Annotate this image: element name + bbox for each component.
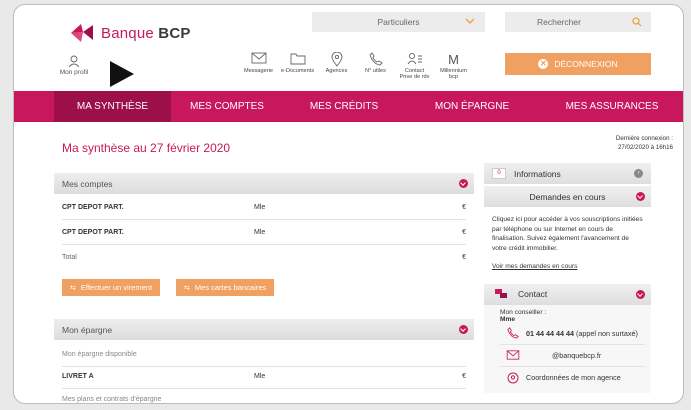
profile-label: Mon profil xyxy=(59,69,89,76)
tab-mon-epargne[interactable]: MON ÉPARGNE xyxy=(405,91,539,122)
close-circle-icon: ✕ xyxy=(538,59,549,69)
page-title: Ma synthèse au 27 février 2020 xyxy=(62,141,231,155)
location-pin-icon xyxy=(507,372,519,384)
logout-label: DÉCONNEXION xyxy=(554,59,618,69)
contact-icon xyxy=(407,52,422,65)
envelope-icon xyxy=(506,350,520,360)
profile-link[interactable]: Mon profil xyxy=(54,55,94,76)
envelope-icon xyxy=(251,52,266,64)
site-header: Banque BCP Mon profil Particuliers Reche… xyxy=(14,5,683,91)
email-line[interactable]: @banquebcp.fr xyxy=(500,345,645,367)
arrows-icon: ⇆ xyxy=(184,284,190,292)
chevron-down-icon xyxy=(636,289,645,299)
millennium-m-icon: M xyxy=(448,52,459,67)
user-icon xyxy=(68,55,80,68)
chat-icon xyxy=(495,289,507,299)
arrows-icon: ⇆ xyxy=(70,284,76,292)
chevron-down-icon xyxy=(636,192,645,201)
last-connection: Dernière connexion : 27/02/2020 à 16h16 xyxy=(615,135,673,151)
search-icon xyxy=(632,17,642,27)
accounts-section-header[interactable]: Mes comptes xyxy=(54,173,474,194)
messagerie-link[interactable]: Messagerie xyxy=(239,52,278,81)
contact-panel-header[interactable]: Contact xyxy=(484,283,651,305)
bank-logo[interactable]: Banque BCP xyxy=(69,23,191,43)
location-pin-icon xyxy=(331,52,342,67)
accounts-total-row: Total € xyxy=(62,254,466,261)
savings-plans-row[interactable]: Mes plans et contrats d'épargne xyxy=(62,388,466,403)
sidebar: 0 Informations › Demandes en cours Cliqu… xyxy=(484,163,651,393)
tab-mes-credits[interactable]: MES CRÉDITS xyxy=(283,91,405,122)
tab-mes-assurances[interactable]: MES ASSURANCES xyxy=(539,91,683,122)
segment-select[interactable]: Particuliers xyxy=(312,12,485,32)
header-shortcuts: Messagerie e-Documents Agences N° utiles… xyxy=(239,52,473,81)
info-panel-header[interactable]: 0 Informations › xyxy=(484,163,651,184)
contact-rdv-link[interactable]: Contact Prise de rdv xyxy=(395,52,434,81)
segment-select-value: Particuliers xyxy=(377,17,420,27)
edocuments-link[interactable]: e-Documents xyxy=(278,52,317,81)
agences-link[interactable]: Agences xyxy=(317,52,356,81)
requests-panel-body: Cliquez ici pour accéder à vos souscript… xyxy=(484,207,651,278)
chevron-down-icon xyxy=(465,18,475,24)
info-count-badge: 0 xyxy=(492,168,506,179)
savings-section-header[interactable]: Mon épargne xyxy=(54,319,474,340)
contact-panel-body: Mon conseiller : Mme 01 44 44 44 44 (app… xyxy=(484,304,651,393)
tab-ma-synthese[interactable]: MA SYNTHÈSE xyxy=(54,91,171,122)
brand-name: Banque BCP xyxy=(101,24,191,42)
livret-row[interactable]: LIVRET A Mle € xyxy=(62,365,466,389)
requests-link[interactable]: Voir mes demandes en cours xyxy=(492,262,645,272)
search-placeholder: Rechercher xyxy=(537,17,581,27)
browser-frame: Banque BCP Mon profil Particuliers Reche… xyxy=(13,4,684,404)
folder-icon xyxy=(290,53,305,65)
advisor-name: Mme xyxy=(500,315,516,323)
logout-button[interactable]: ✕ DÉCONNEXION xyxy=(505,53,651,75)
main-nav: MA SYNTHÈSE MES COMPTES MES CRÉDITS MON … xyxy=(14,91,683,122)
account-row[interactable]: CPT DEPOT PART. Mle € xyxy=(62,196,466,220)
phone-icon xyxy=(507,327,519,339)
phone-line[interactable]: 01 44 44 44 44 (appel non surtaxé) xyxy=(500,323,645,345)
bcp-logo-icon xyxy=(71,24,93,42)
chevron-down-icon xyxy=(459,325,468,334)
agency-details-line[interactable]: Coordonnées de mon agence xyxy=(500,367,645,389)
cards-button[interactable]: ⇆ Mes cartes bancaires xyxy=(176,279,275,296)
requests-panel-header[interactable]: Demandes en cours xyxy=(484,186,651,207)
account-row[interactable]: CPT DEPOT PART. Mle € xyxy=(62,221,466,245)
transfer-button[interactable]: ⇆ Effectuer un virement xyxy=(62,279,161,296)
millennium-link[interactable]: M Millennium bcp xyxy=(434,52,473,81)
chevron-down-icon xyxy=(459,179,468,188)
tab-mes-comptes[interactable]: MES COMPTES xyxy=(171,91,283,122)
search-input[interactable]: Rechercher xyxy=(505,12,651,32)
phone-icon xyxy=(368,52,383,66)
savings-available-row: Mon épargne disponible xyxy=(62,343,466,367)
mouse-cursor-icon xyxy=(110,61,134,87)
numeros-utiles-link[interactable]: N° utiles xyxy=(356,52,395,81)
chevron-right-icon: › xyxy=(634,169,643,178)
